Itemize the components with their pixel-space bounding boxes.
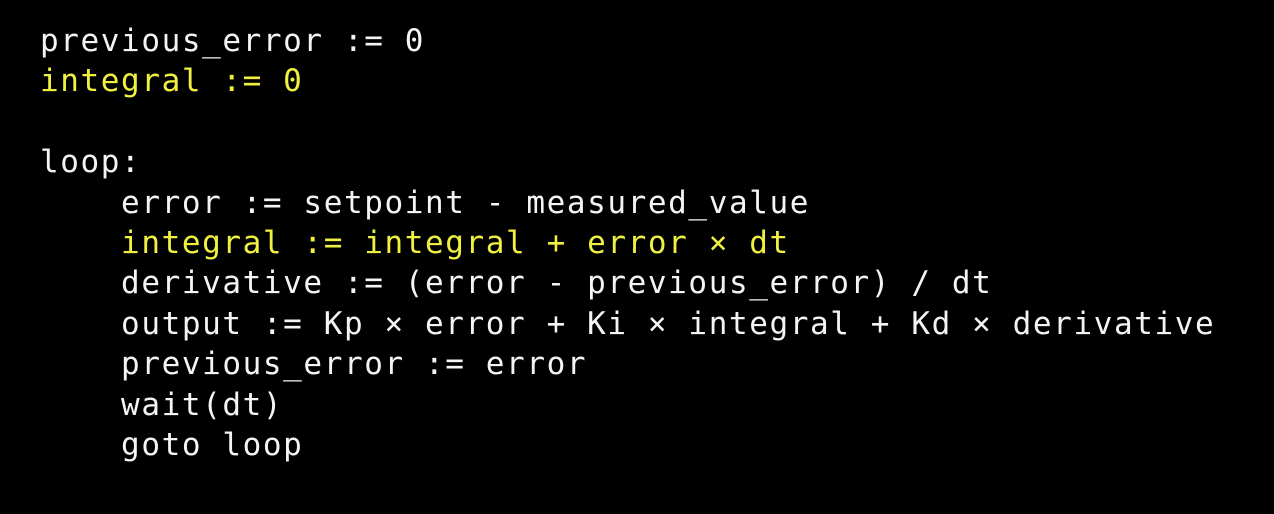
- code-line-highlighted: integral := integral + error × dt: [40, 224, 790, 261]
- code-line: goto loop: [40, 426, 304, 463]
- code-line: wait(dt): [40, 386, 284, 423]
- code-block: previous_error := 0 integral := 0 loop: er…: [40, 21, 1215, 465]
- code-line: error := setpoint - measured_value: [40, 184, 811, 221]
- code-line: output := Kp × error + Ki × integral + K…: [40, 305, 1216, 342]
- code-line: previous_error := 0: [40, 23, 426, 59]
- code-line: previous_error := error: [40, 346, 588, 383]
- code-line: derivative := (error - previous_error) /…: [40, 265, 993, 302]
- code-line: loop:: [40, 144, 142, 181]
- code-line-highlighted: integral := 0: [40, 63, 304, 100]
